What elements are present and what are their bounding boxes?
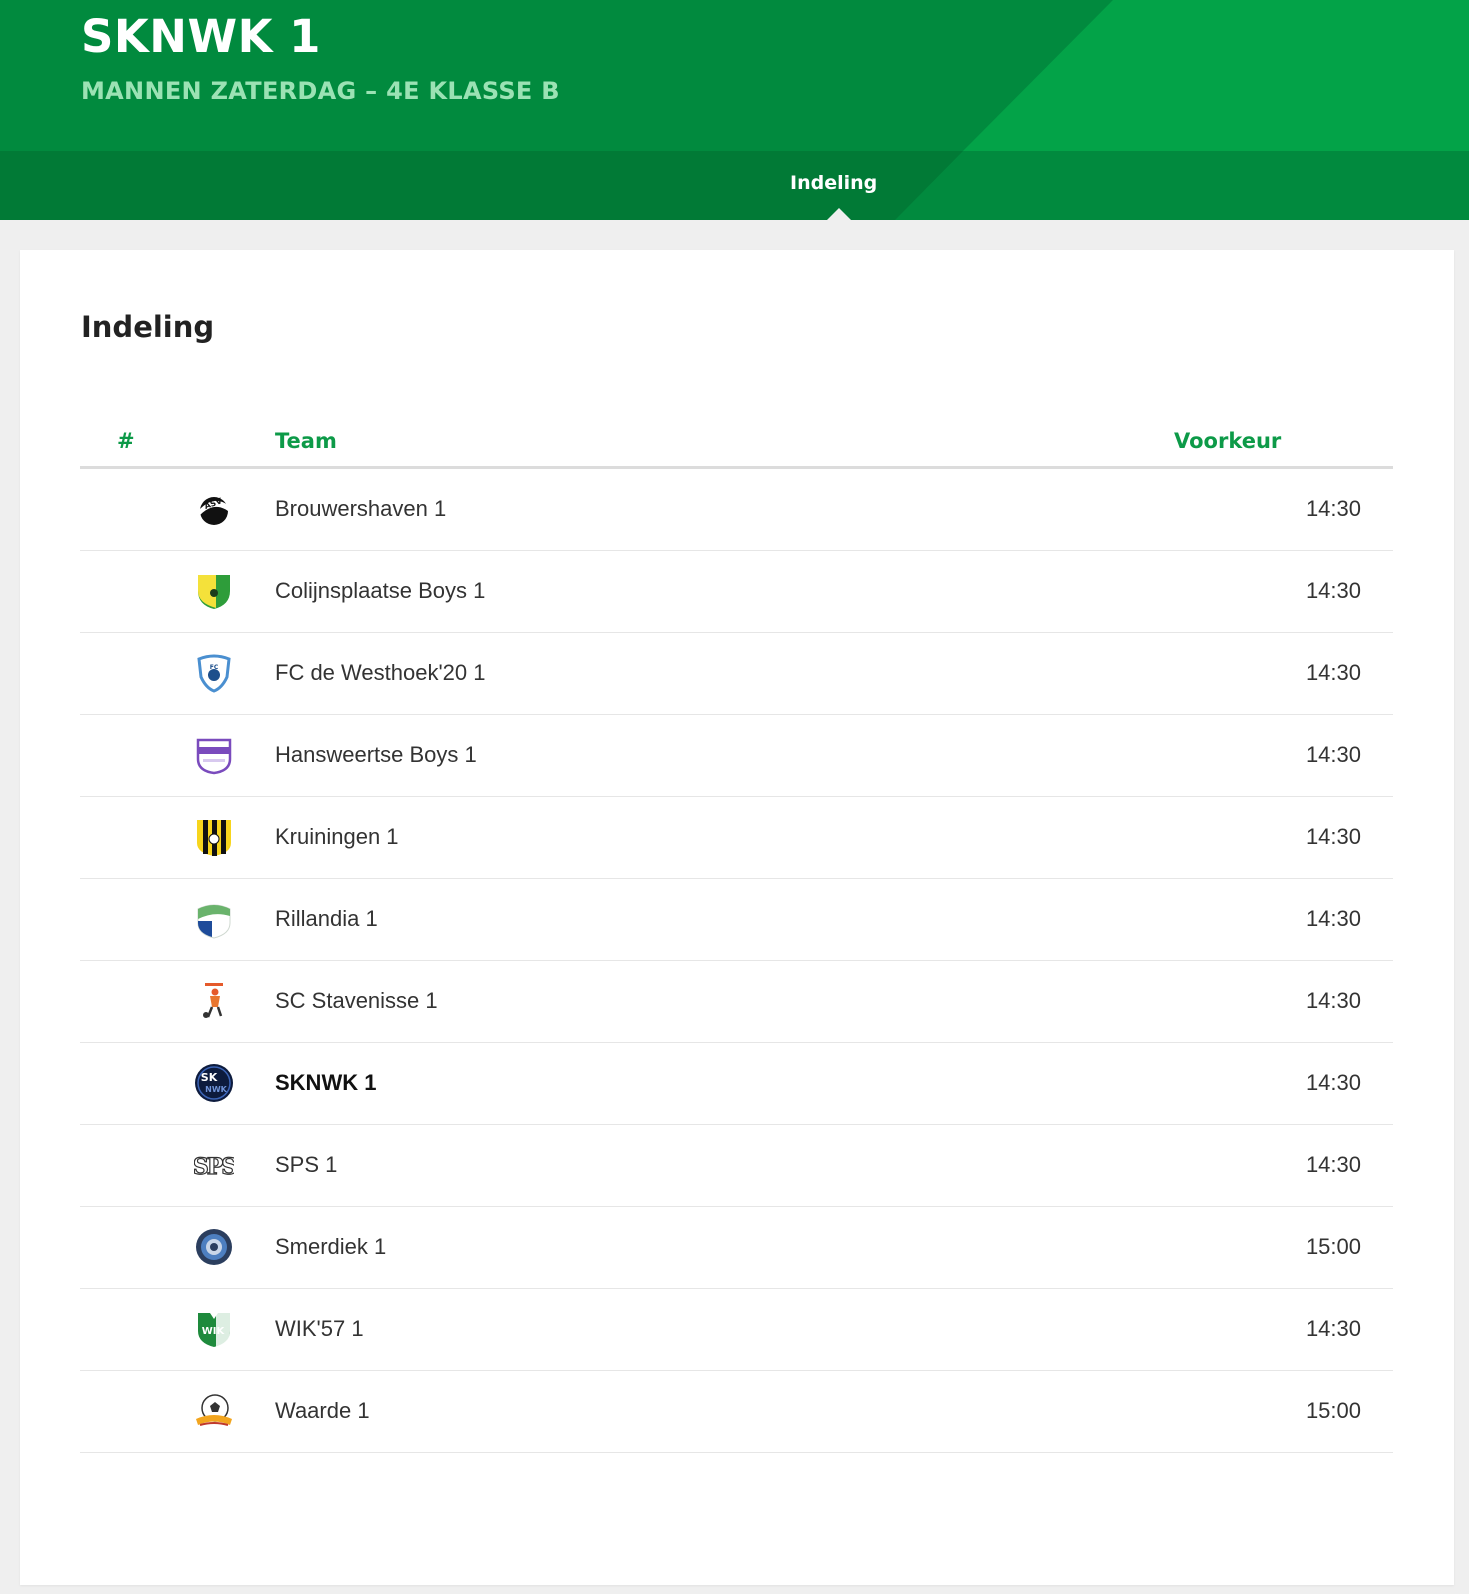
tab-indeling[interactable]: Indeling [790, 172, 877, 194]
team-name: Waarde 1 [275, 1398, 370, 1423]
team-name: Kruiningen 1 [275, 824, 399, 849]
preference-time: 15:00 [1305, 1398, 1361, 1423]
page-header: SKNWK 1 MANNEN ZATERDAG – 4E KLASSE B In… [0, 0, 1469, 220]
table-row[interactable]: Waarde 1 15:00 [80, 1371, 1393, 1453]
team-name: SC Stavenisse 1 [275, 988, 438, 1013]
orange-player-icon [194, 981, 234, 1021]
sknwk-round-icon: SK NWK [194, 1063, 234, 1103]
table-row[interactable]: Colijnsplaatse Boys 1 14:30 [80, 551, 1393, 633]
team-name: SPS 1 [275, 1152, 338, 1177]
preference-time: 14:30 [1305, 988, 1361, 1013]
table-row[interactable]: Rillandia 1 14:30 [80, 879, 1393, 961]
preference-time: 14:30 [1305, 1152, 1361, 1177]
purple-white-crest-icon [194, 735, 234, 775]
section-title: Indeling [81, 310, 215, 344]
svg-text:SPS: SPS [194, 1154, 234, 1180]
page-title: SKNWK 1 [81, 10, 321, 63]
team-name: Brouwershaven 1 [275, 496, 447, 521]
table-row[interactable]: SC Stavenisse 1 14:30 [80, 961, 1393, 1043]
svg-text:WIK: WIK [202, 1326, 226, 1337]
table-row[interactable]: WIK WIK'57 1 14:30 [80, 1289, 1393, 1371]
green-wik-shield-icon: WIK [194, 1309, 234, 1349]
preference-time: 14:30 [1305, 742, 1361, 767]
round-blue-seal-icon [194, 1227, 234, 1267]
active-tab-indicator [827, 208, 851, 220]
table-row[interactable]: SPS SPS 1 14:30 [80, 1125, 1393, 1207]
column-header-number: # [117, 429, 135, 453]
svg-text:SK: SK [201, 1071, 218, 1084]
standings-table: # Team Voorkeur ASV Brouwershaven 1 14:3… [80, 415, 1393, 1453]
green-blue-shield-icon [194, 899, 234, 939]
preference-time: 14:30 [1305, 824, 1361, 849]
column-header-preference: Voorkeur [1174, 429, 1282, 453]
preference-time: 14:30 [1305, 660, 1361, 685]
team-name: Rillandia 1 [275, 906, 378, 931]
ball-banner-icon [194, 1391, 234, 1431]
table-row[interactable]: Smerdiek 1 15:00 [80, 1207, 1393, 1289]
table-row[interactable]: FC FC de Westhoek'20 1 14:30 [80, 633, 1393, 715]
svg-text:NWK: NWK [205, 1085, 228, 1094]
blue-shield-icon: FC [194, 653, 234, 693]
table-row[interactable]: SK NWK SKNWK 1 14:30 [80, 1043, 1393, 1125]
preference-time: 14:30 [1305, 1070, 1361, 1095]
preference-time: 14:30 [1305, 496, 1361, 521]
yellow-green-shield-icon [194, 571, 234, 611]
team-name: Hansweertse Boys 1 [275, 742, 477, 767]
competition-subtitle: MANNEN ZATERDAG – 4E KLASSE B [81, 77, 560, 105]
asv-ball-icon: ASV [194, 489, 234, 529]
table-row[interactable]: Hansweertse Boys 1 14:30 [80, 715, 1393, 797]
sps-letters-icon: SPS [192, 1145, 239, 1185]
preference-time: 14:30 [1305, 906, 1361, 931]
team-name: WIK'57 1 [275, 1316, 364, 1341]
table-row[interactable]: Kruiningen 1 14:30 [80, 797, 1393, 879]
team-name: SKNWK 1 [275, 1070, 377, 1095]
table-row[interactable]: ASV Brouwershaven 1 14:30 [80, 469, 1393, 551]
team-name: Smerdiek 1 [275, 1234, 387, 1259]
preference-time: 15:00 [1305, 1234, 1361, 1259]
tab-bar: Indeling [0, 151, 1469, 220]
team-name: FC de Westhoek'20 1 [275, 660, 486, 685]
column-header-team: Team [275, 429, 337, 453]
table-header: # Team Voorkeur [80, 415, 1393, 469]
preference-time: 14:30 [1305, 1316, 1361, 1341]
svg-text:FC: FC [210, 664, 219, 671]
yellow-black-stripes-icon [194, 817, 234, 857]
content-card: Indeling # Team Voorkeur ASV Brouwershav… [20, 250, 1454, 1585]
team-name: Colijnsplaatse Boys 1 [275, 578, 486, 603]
preference-time: 14:30 [1305, 578, 1361, 603]
